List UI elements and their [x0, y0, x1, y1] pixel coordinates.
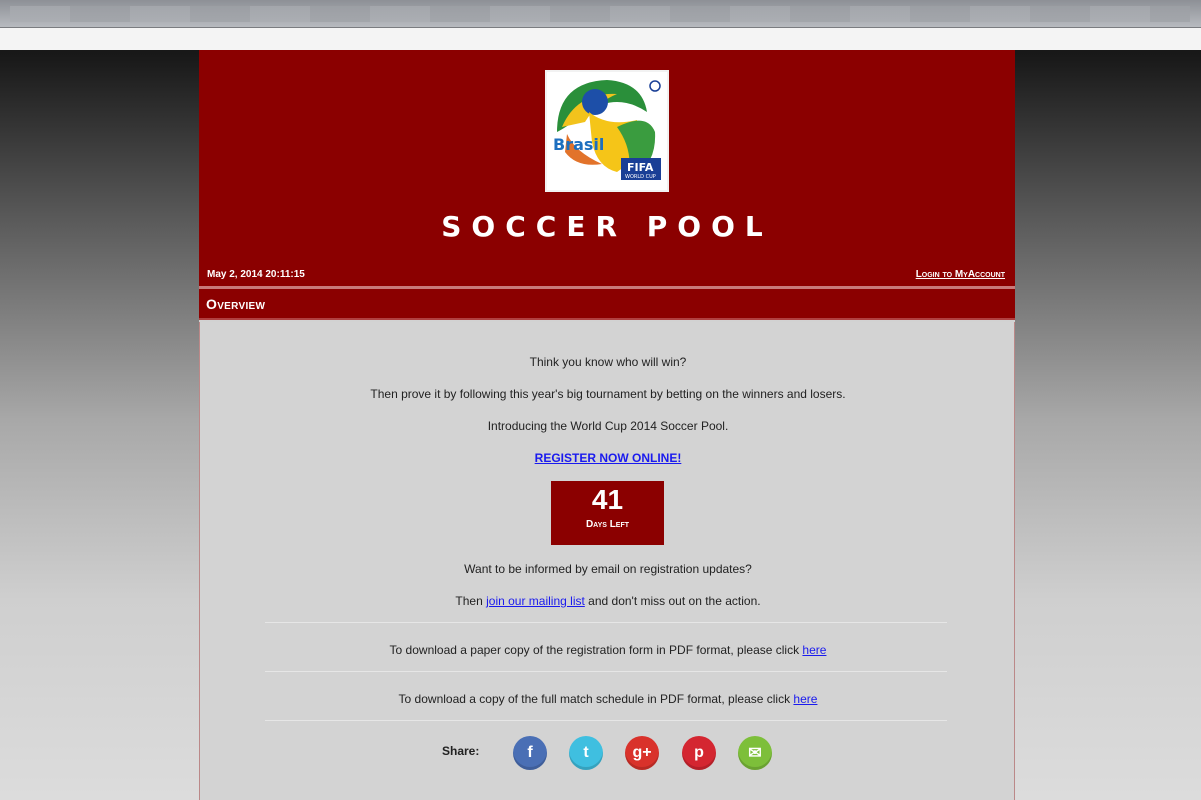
google-plus-glyph: g+	[632, 744, 652, 761]
email-glyph: ✉	[748, 745, 762, 762]
intro-line-1: Think you know who will win?	[529, 355, 687, 369]
pinterest-glyph: p	[694, 744, 704, 761]
email-icon[interactable]: ✉	[738, 736, 772, 770]
google-plus-icon[interactable]: g+	[625, 736, 659, 770]
browser-address-strip	[0, 28, 1201, 50]
world-cup-logo: Brasil FIFA WORLD CUP	[545, 70, 669, 192]
logo-fifa-text: FIFA	[627, 161, 654, 174]
days-left-countdown: 41 Days Left	[551, 481, 664, 545]
logo-brasil-text: Brasil	[553, 135, 604, 154]
days-left-number: 41	[591, 484, 624, 515]
site-title: SOCCER POOL	[441, 210, 773, 243]
share-bar: Share: f t g+ p ✉	[200, 736, 1016, 776]
facebook-icon[interactable]: f	[513, 736, 547, 770]
site-header: Brasil FIFA WORLD CUP SOCCER POOL May 2,…	[199, 50, 1015, 286]
download-registration-line: To download a paper copy of the registra…	[200, 643, 1016, 657]
login-link[interactable]: Login to MyAccount	[916, 269, 1005, 280]
pinterest-icon[interactable]: p	[682, 736, 716, 770]
share-label: Share:	[442, 744, 480, 758]
logo-world-cup-text: WORLD CUP	[625, 174, 656, 180]
browser-toolbar	[0, 0, 1201, 28]
section-title: Overview	[206, 296, 266, 312]
world-cup-logo-graphic: Brasil FIFA WORLD CUP	[547, 72, 667, 190]
divider	[265, 622, 947, 623]
divider	[265, 671, 947, 672]
download-schedule-line: To download a copy of the full match sch…	[200, 692, 1016, 706]
facebook-glyph: f	[527, 744, 533, 761]
days-left-label: Days Left	[585, 519, 630, 530]
section-header: Overview	[199, 289, 1015, 320]
download-schedule-text: To download a copy of the full match sch…	[398, 692, 791, 706]
divider	[265, 720, 947, 721]
page-container: Brasil FIFA WORLD CUP SOCCER POOL May 2,…	[199, 50, 1015, 800]
register-line: REGISTER NOW ONLINE!	[200, 451, 1016, 465]
download-registration-text: To download a paper copy of the registra…	[389, 643, 800, 657]
twitter-icon[interactable]: t	[569, 736, 603, 770]
browser-tabstrip[interactable]	[10, 6, 1190, 22]
overview-content: Think you know who will win? Then prove …	[199, 322, 1015, 800]
current-datetime: May 2, 2014 20:11:15	[207, 269, 305, 280]
twitter-glyph: t	[583, 744, 589, 761]
register-now-link[interactable]: REGISTER NOW ONLINE!	[535, 451, 682, 465]
mailing-suffix: and don't miss out on the action.	[588, 594, 761, 608]
download-registration-link[interactable]: here	[802, 643, 826, 657]
download-schedule-link[interactable]: here	[793, 692, 817, 706]
mailing-line: Then join our mailing list and don't mis…	[200, 594, 1016, 608]
mailing-question: Want to be informed by email on registra…	[464, 562, 752, 576]
mailing-list-link[interactable]: join our mailing list	[486, 594, 585, 608]
mailing-prefix: Then	[455, 594, 483, 608]
intro-line-2: Then prove it by following this year's b…	[370, 387, 846, 401]
intro-line-3: Introducing the World Cup 2014 Soccer Po…	[487, 419, 729, 433]
